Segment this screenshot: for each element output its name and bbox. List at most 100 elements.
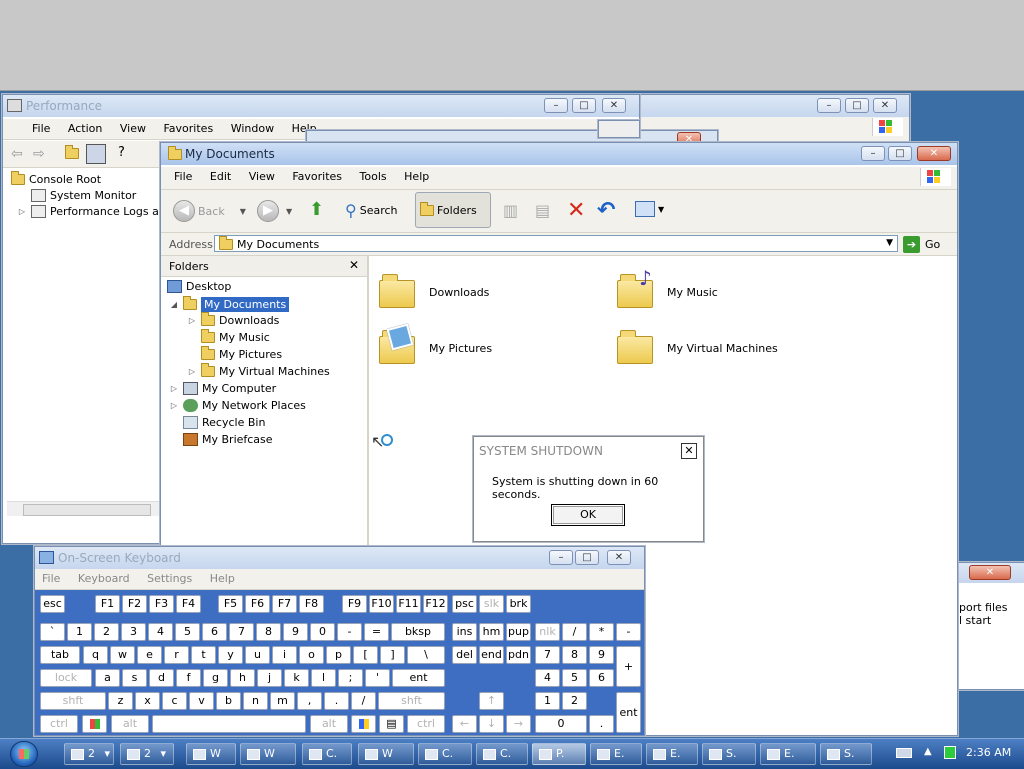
taskbar-button-4[interactable]: W (240, 743, 296, 765)
key-f10[interactable]: F10 (369, 595, 394, 613)
key-h[interactable]: h (230, 669, 255, 687)
taskbar-button-6[interactable]: W (358, 743, 414, 765)
key-4[interactable]: 4 (148, 623, 173, 641)
key-backslash[interactable]: \ (407, 646, 445, 664)
key-q[interactable]: q (83, 646, 108, 664)
tree-item-downloads[interactable]: ▷ Downloads (187, 312, 279, 327)
system-shutdown-dialog[interactable]: SYSTEM SHUTDOWN ✕ System is shutting dow… (473, 436, 704, 542)
tree-item-desktop[interactable]: Desktop (167, 280, 231, 293)
key-tab[interactable]: tab (40, 646, 80, 664)
start-button[interactable] (10, 741, 38, 767)
key-numpad-1[interactable]: 1 (535, 692, 560, 710)
key-s[interactable]: s (122, 669, 147, 687)
key-x[interactable]: x (135, 692, 160, 710)
up-button[interactable]: ⬆ (309, 199, 324, 220)
key-comma[interactable]: , (297, 692, 322, 710)
maximize-button[interactable]: □ (845, 98, 869, 113)
key-break[interactable]: brk (506, 595, 531, 613)
menu-view[interactable]: View (113, 119, 153, 135)
help-icon[interactable]: ? (118, 145, 125, 160)
key-f6[interactable]: F6 (245, 595, 270, 613)
close-button[interactable]: ✕ (917, 146, 951, 161)
chevron-down-icon[interactable]: ▼ (886, 238, 893, 248)
tree-item-performance-logs[interactable]: ▷ Performance Logs and (17, 205, 173, 218)
key-z[interactable]: z (108, 692, 133, 710)
key-caps-lock[interactable]: lock (40, 669, 92, 687)
minimize-button[interactable]: – (544, 98, 568, 113)
menu-favorites[interactable]: Favorites (156, 119, 220, 135)
expand-icon[interactable]: ▷ (169, 384, 179, 393)
tree-item-system-monitor[interactable]: System Monitor (31, 189, 136, 202)
taskbar-button-3[interactable]: W (186, 743, 236, 765)
up-folder-icon[interactable] (65, 145, 79, 159)
taskbar-button-14[interactable]: S. (820, 743, 872, 765)
key-r[interactable]: r (164, 646, 189, 664)
key-minus[interactable]: - (337, 623, 362, 641)
tray-show-hidden-icon[interactable]: ▲ (924, 746, 932, 757)
tree-item-my-network-places[interactable]: ▷ My Network Places (169, 399, 306, 412)
minimize-button[interactable]: – (817, 98, 841, 113)
key-arrow-up[interactable]: ↑ (479, 692, 504, 710)
key-arrow-down[interactable]: ↓ (479, 715, 504, 733)
key-f1[interactable]: F1 (95, 595, 120, 613)
key-numpad-4[interactable]: 4 (535, 669, 560, 687)
key-c[interactable]: c (162, 692, 187, 710)
key-a[interactable]: a (95, 669, 120, 687)
key-numpad-5[interactable]: 5 (562, 669, 587, 687)
key-enter[interactable]: ent (392, 669, 445, 687)
key-alt-right[interactable]: alt (310, 715, 348, 733)
item-downloads[interactable]: Downloads (379, 272, 579, 312)
menu-tools[interactable]: Tools (353, 167, 394, 183)
key-shift-right[interactable]: shft (378, 692, 445, 710)
key-v[interactable]: v (189, 692, 214, 710)
tree-item-my-pictures[interactable]: My Pictures (201, 346, 282, 361)
key-numpad-9[interactable]: 9 (589, 646, 614, 664)
key-quote[interactable]: ' (365, 669, 390, 687)
key-n[interactable]: n (243, 692, 268, 710)
key-w[interactable]: w (110, 646, 135, 664)
key-f9[interactable]: F9 (342, 595, 367, 613)
key-numpad-decimal[interactable]: . (589, 715, 614, 733)
menu-view[interactable]: View (242, 167, 282, 183)
tree-item-my-briefcase[interactable]: My Briefcase (183, 433, 273, 446)
menu-favorites[interactable]: Favorites (285, 167, 349, 183)
tree-item-my-virtual-machines[interactable]: ▷ My Virtual Machines (187, 363, 330, 378)
expand-icon[interactable]: ▷ (169, 401, 179, 410)
key-ctrl-left[interactable]: ctrl (40, 715, 78, 733)
close-button[interactable]: ✕ (873, 98, 897, 113)
background-window-lower[interactable]: ✕ port files l start (958, 562, 1024, 690)
key-0[interactable]: 0 (310, 623, 335, 641)
tree-item-console-root[interactable]: Console Root (11, 171, 101, 186)
menu-help[interactable]: Help (397, 167, 436, 183)
key-scroll-lock[interactable]: slk (479, 595, 504, 613)
key-numpad-add[interactable]: + (616, 646, 641, 687)
search-button[interactable]: ⚲ Search (345, 201, 398, 220)
key-esc[interactable]: esc (40, 595, 65, 613)
taskbar-button-13[interactable]: E. (760, 743, 816, 765)
key-windows-left[interactable] (82, 715, 107, 733)
taskbar-button-11[interactable]: E. (646, 743, 698, 765)
key-9[interactable]: 9 (283, 623, 308, 641)
key-numpad-subtract[interactable]: - (616, 623, 641, 641)
close-button[interactable]: ✕ (969, 565, 1011, 580)
menu-file[interactable]: File (167, 167, 199, 183)
minimize-button[interactable]: – (861, 146, 885, 161)
back-arrow-icon[interactable]: ⇦ (11, 146, 23, 162)
key-t[interactable]: t (191, 646, 216, 664)
taskbar-button-8[interactable]: C. (476, 743, 528, 765)
key-7[interactable]: 7 (229, 623, 254, 641)
key-left-bracket[interactable]: [ (353, 646, 378, 664)
key-j[interactable]: j (257, 669, 282, 687)
key-g[interactable]: g (203, 669, 228, 687)
key-space[interactable] (152, 715, 306, 733)
key-end[interactable]: end (479, 646, 504, 664)
taskbar-button-12[interactable]: S. (702, 743, 756, 765)
taskbar-button-2[interactable]: 2 ▾ (120, 743, 174, 765)
key-5[interactable]: 5 (175, 623, 200, 641)
key-e[interactable]: e (137, 646, 162, 664)
key-numpad-enter[interactable]: ent (616, 692, 641, 733)
collapse-icon[interactable]: ◢ (169, 300, 179, 309)
address-input[interactable]: My Documents ▼ (214, 235, 898, 252)
key-3[interactable]: 3 (121, 623, 146, 641)
key-backspace[interactable]: bksp (391, 623, 445, 641)
